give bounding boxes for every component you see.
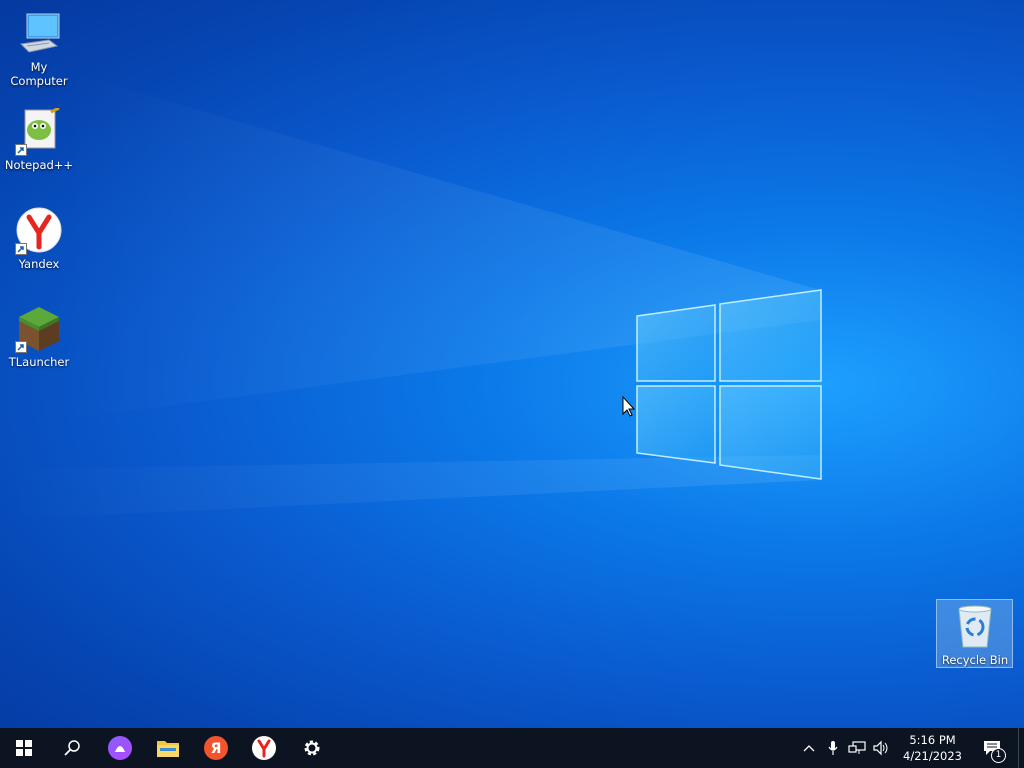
show-hidden-icons-button[interactable]: [797, 728, 821, 768]
svg-text:Я: Я: [211, 741, 222, 757]
taskbar: Я 5:16 PM 4/21/2023 1: [0, 728, 1024, 768]
chevron-up-icon: [803, 745, 815, 752]
tlauncher-desktop-icon[interactable]: TLauncher: [1, 305, 77, 369]
network-button[interactable]: [845, 728, 869, 768]
recycle-bin-icon: [951, 603, 999, 651]
yandex-desktop-icon[interactable]: Yandex: [1, 207, 77, 271]
file-explorer-button[interactable]: [144, 728, 192, 768]
mouse-cursor: [622, 395, 636, 417]
action-center-button[interactable]: 1: [972, 728, 1012, 768]
recycle-bin-desktop-icon[interactable]: Recycle Bin: [937, 603, 1013, 667]
alice-icon: [108, 736, 132, 760]
clock-date: 4/21/2023: [903, 749, 962, 763]
icon-label: TLauncher: [8, 355, 70, 369]
icon-label: Yandex: [18, 257, 60, 271]
computer-icon: [15, 10, 63, 58]
yandex-button[interactable]: [240, 728, 288, 768]
yandex-browser-icon: [15, 207, 63, 255]
grass-block-icon: [15, 305, 63, 353]
icon-label: My Computer: [10, 60, 68, 88]
show-desktop-button[interactable]: [1018, 728, 1024, 768]
file-explorer-icon: [157, 741, 179, 757]
windows-logo: [636, 289, 822, 480]
notepad-icon: [15, 106, 63, 156]
volume-button[interactable]: [869, 728, 893, 768]
microphone-button[interactable]: [821, 728, 845, 768]
notepad-plus-plus-icon[interactable]: Notepad++: [1, 106, 77, 172]
start-icon: [16, 740, 32, 756]
yandex-browser-icon: Я: [204, 736, 228, 760]
clock-time: 5:16 PM: [909, 733, 956, 747]
yandex-ya-button[interactable]: Я: [192, 728, 240, 768]
yandex-icon: [252, 736, 276, 760]
shortcut-arrow-icon: [15, 243, 27, 255]
icon-label: Notepad++: [4, 158, 74, 172]
settings-icon: [304, 740, 320, 756]
clock[interactable]: 5:16 PM 4/21/2023: [893, 732, 972, 764]
network-icon: [848, 741, 866, 754]
speaker-icon: [873, 740, 888, 756]
shortcut-arrow-icon: [15, 144, 27, 156]
microphone-icon: [828, 741, 838, 755]
system-tray: 5:16 PM 4/21/2023 1: [797, 728, 1024, 768]
alice-button[interactable]: [96, 728, 144, 768]
shortcut-arrow-icon: [15, 341, 27, 353]
search-icon: [64, 740, 80, 756]
icon-label: Recycle Bin: [941, 653, 1009, 667]
settings-button[interactable]: [288, 728, 336, 768]
wallpaper: [0, 70, 822, 520]
my-computer-icon[interactable]: My Computer: [1, 10, 77, 88]
start-button[interactable]: [0, 728, 48, 768]
search-button[interactable]: [48, 728, 96, 768]
notification-count-badge: 1: [991, 748, 1006, 763]
